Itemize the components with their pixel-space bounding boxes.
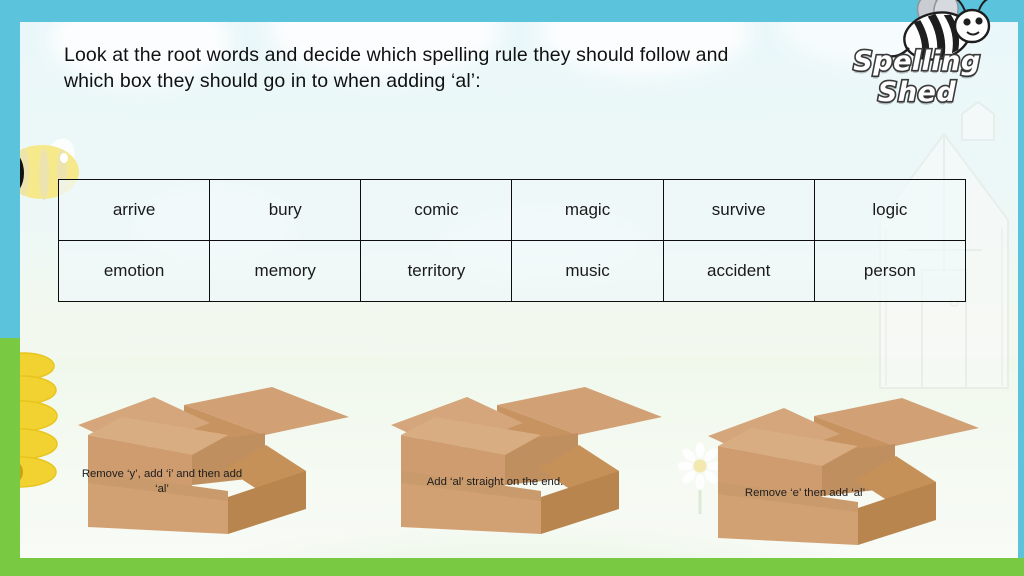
box-label: Add ‘al’ straight on the end. [426,476,564,488]
word-cell[interactable]: person [813,240,967,302]
bottom-border-band [0,558,1024,576]
table-row: arrive bury comic magic survive logic [57,179,967,241]
box-add-al-straight[interactable]: Add ‘al’ straight on the end. [373,359,673,534]
cardboard-box-icon [708,398,979,545]
word-cell[interactable]: territory [360,240,513,302]
spelling-shed-logo: Spelling Shed [822,0,1012,110]
table-row: emotion memory territory music accident … [57,240,967,302]
cardboard-box-icon [391,387,662,534]
word-cell[interactable]: arrive [57,179,211,241]
box-remove-e-add-al[interactable]: Remove ‘e’ then add ‘al’ [690,370,990,545]
slide-root: Look at the root words and decide which … [0,0,1024,576]
right-border-band [1018,0,1024,576]
cardboard-box-icon [78,387,349,534]
box-label: Remove ‘y’, add ‘i’ and then add ‘al’ [81,468,243,495]
instruction-text: Look at the root words and decide which … [64,44,729,92]
word-cell[interactable]: magic [511,179,664,241]
word-cell[interactable]: survive [662,179,815,241]
word-cell[interactable]: accident [662,240,815,302]
word-cell[interactable]: music [511,240,664,302]
word-cell[interactable]: emotion [57,240,211,302]
logo-wordmark: Spelling Shed [852,44,982,109]
box-remove-y-add-i[interactable]: Remove ‘y’, add ‘i’ and then add ‘al’ [60,359,360,534]
root-words-table: arrive bury comic magic survive logic em… [57,179,967,302]
word-cell[interactable]: memory [209,240,362,302]
box-label: Remove ‘e’ then add ‘al’ [744,487,866,499]
left-border-band-green [0,338,20,576]
word-cell[interactable]: logic [813,179,967,241]
left-border-band-blue [0,0,20,345]
word-cell[interactable]: comic [360,179,513,241]
word-cell[interactable]: bury [209,179,362,241]
